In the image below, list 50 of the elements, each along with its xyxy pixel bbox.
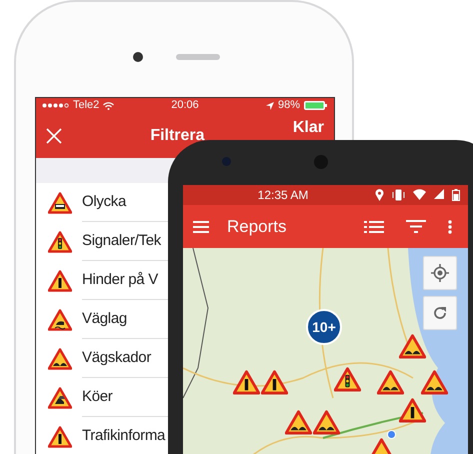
status-time: 12:35 AM	[258, 187, 308, 204]
carrier-name: Tele2	[73, 98, 100, 114]
warning-sign-icon	[48, 308, 72, 330]
filter-item[interactable]: Olycka	[82, 190, 126, 214]
warning-sign-icon	[48, 386, 72, 408]
warning-sign-icon	[48, 348, 72, 370]
menu-icon[interactable]	[193, 220, 209, 232]
camera-icon	[133, 52, 143, 62]
warning-sign-marker[interactable]	[285, 410, 312, 435]
wifi-icon	[413, 189, 426, 200]
status-time: 20:06	[170, 98, 200, 114]
location-pin-icon	[375, 189, 384, 201]
warning-sign-marker[interactable]	[399, 334, 426, 359]
refresh-icon	[432, 305, 448, 321]
warning-sign-marker[interactable]	[261, 370, 288, 395]
warning-sign-icon	[48, 426, 72, 448]
warning-sign-icon	[48, 270, 72, 292]
warning-sign-marker[interactable]	[233, 370, 260, 395]
filter-item[interactable]: Väglag	[82, 308, 127, 330]
my-location-button[interactable]	[423, 256, 457, 290]
filter-item[interactable]: Hinder på V	[82, 268, 158, 292]
vibrate-icon	[392, 189, 406, 201]
filter-item[interactable]: Köer	[82, 386, 112, 408]
warning-sign-icon	[48, 230, 72, 252]
more-options-icon[interactable]	[448, 220, 452, 234]
filter-item[interactable]: Trafikinforma	[82, 424, 166, 448]
battery-percent: 98%	[278, 98, 300, 114]
warning-sign-marker[interactable]	[421, 370, 448, 395]
warning-sign-marker[interactable]	[399, 398, 426, 423]
battery-icon	[304, 101, 328, 110]
filter-item[interactable]: Vägskador	[82, 346, 152, 370]
cell-signal-icon	[434, 189, 444, 199]
screen-title: Reports	[227, 216, 288, 238]
filter-icon[interactable]	[406, 220, 426, 233]
close-icon[interactable]	[46, 128, 62, 144]
filter-item[interactable]: Signaler/Tek	[82, 230, 161, 252]
done-button[interactable]: Klar	[292, 116, 324, 140]
warning-sign-marker[interactable]	[334, 367, 361, 392]
battery-icon	[452, 189, 460, 201]
crosshair-icon	[431, 264, 449, 282]
speaker-icon	[176, 54, 220, 60]
wifi-icon	[103, 102, 114, 110]
warning-sign-icon	[48, 192, 72, 214]
refresh-button[interactable]	[423, 296, 457, 330]
location-arrow-icon	[266, 102, 274, 110]
screen-title: Filtrera	[149, 126, 206, 146]
list-icon[interactable]	[364, 220, 384, 232]
warning-sign-marker[interactable]	[313, 410, 340, 435]
warning-sign-marker[interactable]	[377, 370, 404, 395]
signal-icon	[42, 103, 69, 108]
